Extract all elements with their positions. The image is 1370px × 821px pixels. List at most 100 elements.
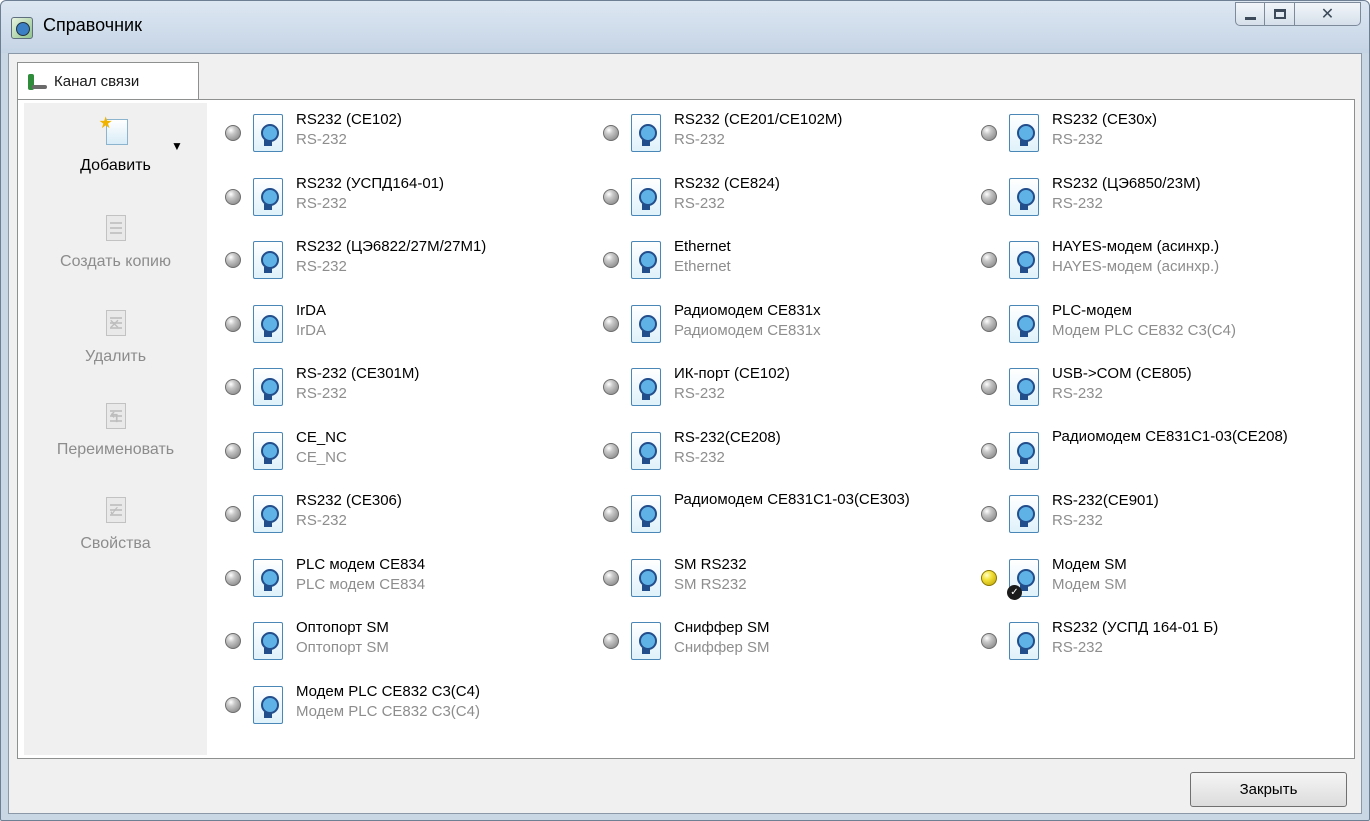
- list-item[interactable]: HAYES-модем (асинхр.) HAYES-модем (асинхр…: [969, 227, 1339, 285]
- list-item[interactable]: RS-232(CE901) RS-232: [969, 481, 1339, 539]
- status-led-icon: [981, 125, 997, 141]
- list-item[interactable]: RS232 (CE30x) RS-232: [969, 100, 1339, 158]
- list-item[interactable]: RS-232(CE208) RS-232: [591, 418, 961, 476]
- channel-icon: [253, 177, 283, 216]
- list-item[interactable]: IrDA IrDA: [213, 291, 583, 349]
- list-item[interactable]: Сниффер SM Сниффер SM: [591, 608, 961, 666]
- channel-icon: [631, 177, 661, 216]
- list-item[interactable]: ✓ Модем SM Модем SM: [969, 545, 1339, 603]
- channel-icon: [631, 368, 661, 406]
- action-sidebar: ★ ▼ Добавить Создать копию ✕ Удалить ↰ П…: [24, 103, 207, 755]
- item-type: Модем PLC CE832 C3(C4): [1052, 321, 1236, 339]
- list-item[interactable]: Радиомодем CE831x Радиомодем CE831x: [591, 291, 961, 349]
- item-name: HAYES-модем (асинхр.): [1052, 238, 1220, 255]
- list-item[interactable]: CE_NC CE_NC: [213, 418, 583, 476]
- status-led-icon: [981, 442, 997, 459]
- list-item[interactable]: RS232 (УСПД164-01) RS-232: [213, 164, 583, 222]
- list-item[interactable]: Модем PLC CE832 C3(C4) Модем PLC CE832 C3…: [213, 672, 583, 730]
- channel-icon: [253, 241, 283, 279]
- channel-icon: [631, 304, 661, 343]
- list-item[interactable]: RS-232 (CE301M) RS-232: [213, 354, 583, 412]
- list-item[interactable]: RS232 (УСПД 164-01 Б) RS-232: [969, 608, 1339, 666]
- list-item[interactable]: RS232 (CE824) RS-232: [591, 164, 961, 222]
- list-item[interactable]: RS232 (CE102) RS-232: [213, 100, 583, 158]
- channel-icon: [631, 622, 661, 660]
- item-name: RS232 (ЦЭ6850/23М): [1052, 174, 1201, 192]
- item-type: RS-232: [674, 194, 725, 212]
- dropdown-arrow-icon[interactable]: ▼: [171, 139, 183, 153]
- close-window-button[interactable]: ✕: [1295, 2, 1361, 26]
- item-type: RS-232: [296, 194, 347, 212]
- maximize-button[interactable]: [1265, 2, 1295, 26]
- status-led-icon: [981, 379, 997, 395]
- list-item[interactable]: Ethernet Ethernet: [591, 227, 961, 285]
- list-item[interactable]: PLC-модем Модем PLC CE832 C3(C4): [969, 291, 1339, 349]
- item-type: Ethernet: [674, 258, 731, 275]
- item-name: Ethernet: [674, 238, 731, 255]
- item-name: RS232 (ЦЭ6822/27М/27М1): [296, 238, 487, 255]
- item-name: PLC модем CE834: [296, 555, 426, 573]
- list-item[interactable]: RS232 (ЦЭ6850/23М) RS-232: [969, 164, 1339, 222]
- item-type: Модем PLC CE832 C3(C4): [296, 702, 480, 720]
- list-item[interactable]: PLC модем CE834 PLC модем CE834: [213, 545, 583, 603]
- status-led-icon: [981, 315, 997, 332]
- item-type: RS-232: [1052, 512, 1103, 529]
- status-led-icon: [603, 315, 619, 332]
- list-item[interactable]: Радиомодем CE831C1-03(CE303): [591, 481, 961, 539]
- item-type: RS-232: [674, 448, 725, 466]
- window-controls: ✕: [1235, 2, 1361, 26]
- close-button[interactable]: Закрыть: [1190, 772, 1347, 807]
- list-item[interactable]: USB->COM (CE805) RS-232: [969, 354, 1339, 412]
- item-name: Радиомодем CE831C1-03(CE303): [674, 491, 910, 508]
- status-led-icon: [225, 569, 241, 586]
- channel-icon: [1009, 495, 1039, 533]
- item-type: PLC модем CE834: [296, 575, 426, 593]
- item-type: RS-232: [1052, 194, 1103, 212]
- channel-icon: [1009, 431, 1039, 470]
- status-led-icon: [225, 125, 241, 141]
- status-led-icon: [603, 569, 619, 586]
- item-name: RS232 (УСПД164-01): [296, 174, 445, 192]
- rename-button[interactable]: ↰ Переименовать: [24, 401, 207, 459]
- item-type: Оптопорт SM: [296, 639, 389, 656]
- channel-icon: [1009, 622, 1039, 660]
- channel-icon: [253, 368, 283, 406]
- list-item[interactable]: RS232 (CE306) RS-232: [213, 481, 583, 539]
- copy-button[interactable]: Создать копию: [24, 213, 207, 271]
- list-item[interactable]: ИК-порт (CE102) RS-232: [591, 354, 961, 412]
- status-led-icon: [225, 315, 241, 332]
- item-name: RS232 (CE306): [296, 492, 402, 509]
- minimize-button[interactable]: [1235, 2, 1265, 26]
- item-type: RS-232: [296, 131, 347, 148]
- list-item[interactable]: Оптопорт SM Оптопорт SM: [213, 608, 583, 666]
- item-name: SM RS232: [674, 555, 747, 573]
- channel-icon: [631, 558, 661, 597]
- client-area: Канал связи ★ ▼ Добавить Создать копию ✕…: [8, 53, 1362, 814]
- item-name: Модем PLC CE832 C3(C4): [296, 682, 480, 700]
- properties-button[interactable]: ✓ Свойства: [24, 495, 207, 553]
- item-type: IrDA: [296, 321, 326, 339]
- status-led-icon: [603, 633, 619, 649]
- list-item[interactable]: RS232 (ЦЭ6822/27М/27М1) RS-232: [213, 227, 583, 285]
- list-item[interactable]: SM RS232 SM RS232: [591, 545, 961, 603]
- window-title: Справочник: [43, 15, 142, 35]
- item-type: CE_NC: [296, 448, 347, 466]
- tab-channel[interactable]: Канал связи: [17, 62, 199, 100]
- channel-icon: [631, 114, 661, 152]
- delete-button[interactable]: ✕ Удалить: [24, 308, 207, 366]
- list-item[interactable]: RS232 (CE201/CE102M) RS-232: [591, 100, 961, 158]
- item-type: HAYES-модем (асинхр.): [1052, 258, 1220, 275]
- item-name: RS232 (CE102): [296, 111, 402, 128]
- item-type: Сниффер SM: [674, 639, 770, 656]
- status-led-icon: [225, 188, 241, 205]
- item-type: Модем SM: [1052, 575, 1127, 593]
- item-type: RS-232: [1052, 385, 1103, 402]
- item-name: RS-232(CE901): [1052, 492, 1159, 509]
- list-item[interactable]: Радиомодем CE831C1-03(CE208): [969, 418, 1339, 476]
- status-led-icon: [981, 633, 997, 649]
- item-name: CE_NC: [296, 428, 347, 446]
- item-type: Радиомодем CE831x: [674, 321, 821, 339]
- add-button[interactable]: ★ ▼ Добавить: [24, 115, 207, 175]
- item-name: RS232 (CE30x): [1052, 111, 1158, 128]
- title-bar[interactable]: Справочник ✕: [1, 1, 1369, 53]
